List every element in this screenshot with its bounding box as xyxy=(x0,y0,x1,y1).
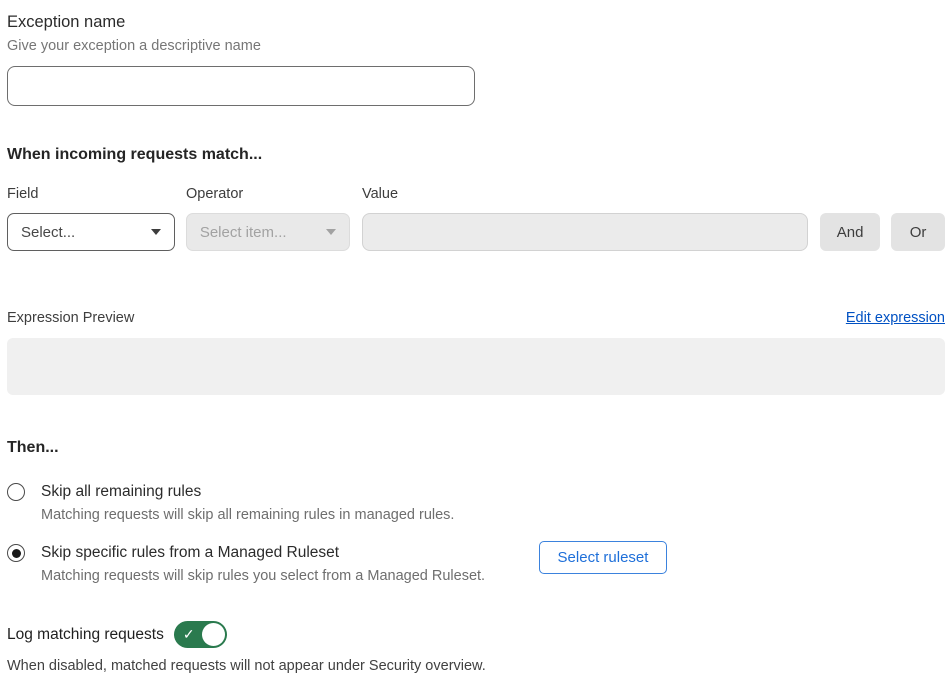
log-matching-description: When disabled, matched requests will not… xyxy=(7,658,945,675)
log-matching-toggle[interactable]: ✓ xyxy=(174,621,227,648)
option-skip-specific-rules: Skip specific rules from a Managed Rules… xyxy=(7,543,945,585)
value-input[interactable] xyxy=(362,213,808,251)
and-button[interactable]: And xyxy=(820,213,880,251)
checkmark-icon: ✓ xyxy=(183,626,195,643)
operator-select[interactable]: Select item... xyxy=(186,213,350,251)
skip-specific-rules-label[interactable]: Skip specific rules from a Managed Rules… xyxy=(41,543,539,562)
chevron-down-icon xyxy=(151,229,161,235)
chevron-down-icon xyxy=(326,229,336,235)
field-select[interactable]: Select... xyxy=(7,213,175,251)
skip-specific-rules-description: Matching requests will skip rules you se… xyxy=(41,568,539,585)
option-skip-all-rules: Skip all remaining rules Matching reques… xyxy=(7,482,945,524)
expression-preview-box xyxy=(7,338,945,395)
radio-dot xyxy=(12,549,21,558)
builder-labels-row: Field Operator Value xyxy=(7,186,945,203)
skip-all-rules-description: Matching requests will skip all remainin… xyxy=(41,507,539,524)
skip-all-rules-label[interactable]: Skip all remaining rules xyxy=(41,482,539,501)
exception-name-heading: Exception name xyxy=(7,12,945,32)
toggle-knob xyxy=(202,623,225,646)
or-button[interactable]: Or xyxy=(891,213,945,251)
option-text: Skip specific rules from a Managed Rules… xyxy=(41,543,539,585)
exception-name-hint: Give your exception a descriptive name xyxy=(7,38,945,55)
edit-expression-link[interactable]: Edit expression xyxy=(846,310,945,327)
value-label: Value xyxy=(362,186,398,203)
operator-label: Operator xyxy=(186,186,362,203)
exception-form: Exception name Give your exception a des… xyxy=(0,0,952,675)
select-ruleset-button[interactable]: Select ruleset xyxy=(539,541,667,574)
match-heading: When incoming requests match... xyxy=(7,145,945,165)
expression-preview-label: Expression Preview xyxy=(7,310,134,327)
radio-dot xyxy=(12,488,21,497)
skip-specific-rules-radio[interactable] xyxy=(7,544,25,562)
expression-preview-row: Expression Preview Edit expression xyxy=(7,310,945,327)
then-heading: Then... xyxy=(7,438,945,458)
builder-controls-row: Select... Select item... And Or xyxy=(7,213,945,251)
field-label: Field xyxy=(7,186,186,203)
skip-all-rules-radio[interactable] xyxy=(7,483,25,501)
operator-select-value: Select item... xyxy=(200,224,287,241)
log-matching-label: Log matching requests xyxy=(7,625,164,645)
exception-name-input[interactable] xyxy=(7,66,475,106)
log-matching-row: Log matching requests ✓ xyxy=(7,621,945,648)
option-text: Skip all remaining rules Matching reques… xyxy=(41,482,539,524)
field-select-value: Select... xyxy=(21,224,75,241)
